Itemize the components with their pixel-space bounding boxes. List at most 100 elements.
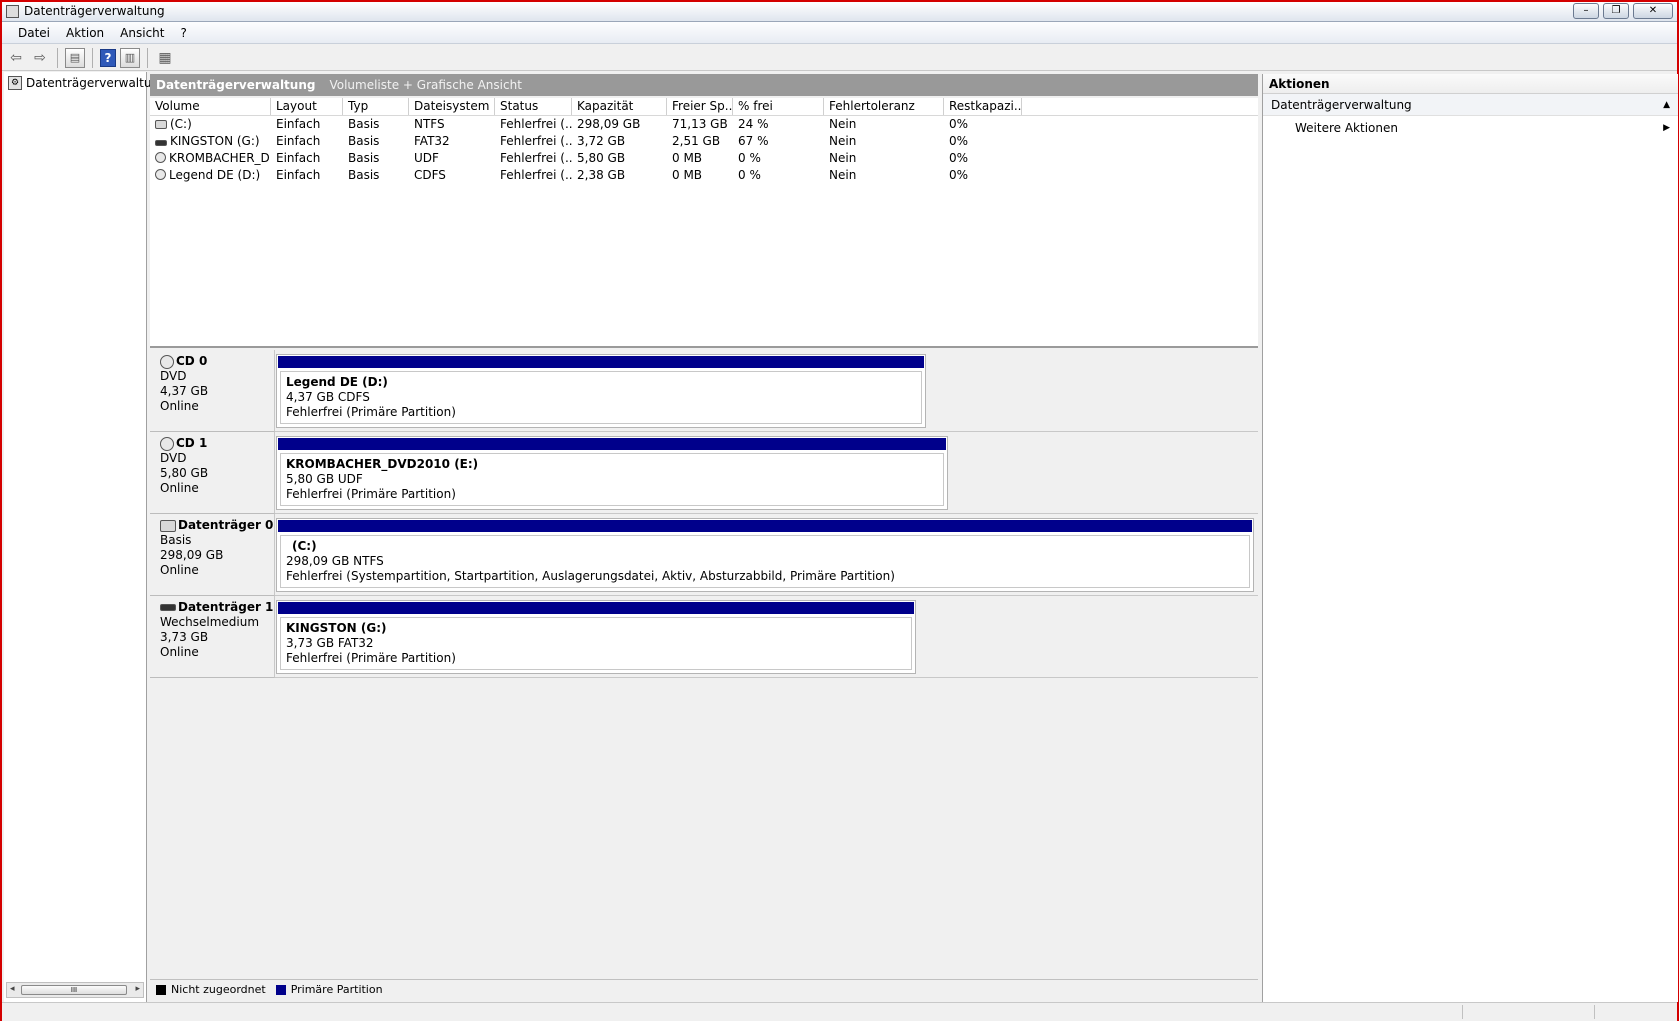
cell-dateisystem: FAT32: [414, 134, 450, 148]
minimize-button[interactable]: –: [1573, 3, 1599, 19]
menu-aktion[interactable]: Aktion: [58, 26, 112, 40]
menu-datei[interactable]: Datei: [10, 26, 58, 40]
status-segment: [1462, 1005, 1463, 1019]
collapse-arrow-icon[interactable]: ▲: [1663, 94, 1670, 116]
column-header-prozent-frei[interactable]: % frei: [733, 98, 824, 115]
cell-dateisystem: NTFS: [414, 117, 445, 131]
cell-restkapazitaet: 0%: [949, 134, 969, 148]
legend-label: Primäre Partition: [290, 983, 383, 996]
column-header-status[interactable]: Status: [495, 98, 572, 115]
actions-section-datentraegerverwaltung[interactable]: Datenträgerverwaltung ▲: [1263, 94, 1678, 116]
usb-drive-icon: [155, 140, 167, 146]
primary-partition-bar: [278, 356, 924, 368]
status-segment: [1594, 1005, 1595, 1019]
cell-fehlertoleranz: Nein: [829, 134, 857, 148]
scroll-left-arrow-icon[interactable]: ◂: [10, 984, 15, 994]
disk-size: 4,37 GB: [160, 384, 209, 398]
console-tree: ⚙ Datenträgerverwaltung ◂ III ▸: [4, 72, 167, 1002]
column-header-volume[interactable]: Volume: [150, 98, 271, 115]
partition-c[interactable]: (C:) 298,09 GB NTFS Fehlerfrei (Systempa…: [276, 518, 1254, 592]
scroll-right-arrow-icon[interactable]: ▸: [135, 984, 140, 994]
table-row[interactable]: KINGSTON (G:) Einfach Basis FAT32 Fehler…: [150, 133, 1258, 150]
cell-freier-speicher: 71,13 GB: [672, 117, 728, 131]
cell-fehlertoleranz: Nein: [829, 168, 857, 182]
disk-label[interactable]: Datenträger 0 Basis 298,09 GB Online: [150, 514, 275, 596]
volume-name: KROMBACHER_D...: [169, 151, 271, 165]
partition-status: Fehlerfrei (Primäre Partition): [286, 487, 456, 501]
disk-management-icon: [6, 5, 19, 18]
partition-legend-de[interactable]: Legend DE (D:) 4,37 GB CDFS Fehlerfrei (…: [276, 354, 926, 428]
cd-drive-icon: [160, 354, 174, 369]
disk-label[interactable]: CD 1 DVD 5,80 GB Online: [150, 432, 275, 514]
cell-status: Fehlerfrei (...: [500, 168, 572, 182]
partition-info: 4,37 GB CDFS: [286, 390, 370, 404]
column-header-dateisystem[interactable]: Dateisystem: [409, 98, 495, 115]
cell-typ: Basis: [348, 151, 380, 165]
primary-partition-bar: [278, 438, 946, 450]
cell-prozent-frei: 24 %: [738, 117, 769, 131]
disk-row-datentraeger-1: Datenträger 1 Wechselmedium 3,73 GB Onli…: [150, 596, 1258, 678]
window-controls: – ❐ ✕: [1573, 3, 1673, 19]
legend-swatch-black: [156, 984, 166, 995]
close-button[interactable]: ✕: [1633, 3, 1673, 19]
table-row[interactable]: KROMBACHER_D... Einfach Basis UDF Fehler…: [150, 150, 1258, 167]
toolbar-separator: [147, 47, 148, 68]
forward-arrow-icon[interactable]: ⇨: [30, 48, 50, 68]
scrollbar-thumb[interactable]: III: [21, 985, 127, 995]
partition-kingston[interactable]: KINGSTON (G:) 3,73 GB FAT32 Fehlerfrei (…: [276, 600, 916, 674]
actions-title: Aktionen: [1263, 74, 1678, 94]
cell-dateisystem: CDFS: [414, 168, 446, 182]
properties-icon[interactable]: ▦: [155, 48, 175, 68]
disk-size: 5,80 GB: [160, 466, 209, 480]
column-header-fehlertoleranz[interactable]: Fehlertoleranz: [824, 98, 944, 115]
volume-name: Legend DE (D:): [169, 168, 261, 182]
partition-info: 298,09 GB NTFS: [286, 554, 384, 568]
disk-row-cd0: CD 0 DVD 4,37 GB Online Legend DE (D:) 4…: [150, 350, 1258, 432]
panel-header-subtitle: Volumeliste + Grafische Ansicht: [329, 78, 522, 92]
tree-item-datentraegerverwaltung[interactable]: ⚙ Datenträgerverwaltung: [8, 76, 167, 90]
console-tree-toggle-icon[interactable]: ▤: [65, 47, 85, 68]
cell-kapazitaet: 5,80 GB: [577, 151, 626, 165]
app-window: Datenträgerverwaltung – ❐ ✕ Datei Aktion…: [0, 0, 1679, 1021]
partition-status: Fehlerfrei (Systempartition, Startpartit…: [286, 569, 895, 583]
back-arrow-icon[interactable]: ⇦: [6, 48, 26, 68]
cell-prozent-frei: 0 %: [738, 151, 761, 165]
column-header-kapazitaet[interactable]: Kapazität: [572, 98, 667, 115]
toolbar-separator: [92, 47, 93, 68]
volume-list: Volume Layout Typ Dateisystem Status Kap…: [150, 98, 1258, 348]
cell-prozent-frei: 67 %: [738, 134, 769, 148]
action-weitere-aktionen[interactable]: Weitere Aktionen ▶: [1263, 116, 1678, 140]
tree-horizontal-scrollbar[interactable]: ◂ III ▸: [6, 982, 144, 998]
disk-label[interactable]: CD 0 DVD 4,37 GB Online: [150, 350, 275, 432]
cell-freier-speicher: 0 MB: [672, 151, 703, 165]
cell-status: Fehlerfrei (...: [500, 117, 572, 131]
cell-status: Fehlerfrei (...: [500, 134, 572, 148]
volume-name: KINGSTON (G:): [170, 134, 260, 148]
cell-restkapazitaet: 0%: [949, 151, 969, 165]
disk-state: Online: [160, 481, 199, 495]
partition-krombacher[interactable]: KROMBACHER_DVD2010 (E:) 5,80 GB UDF Fehl…: [276, 436, 948, 510]
table-row[interactable]: Legend DE (D:) Einfach Basis CDFS Fehler…: [150, 167, 1258, 184]
column-header-freier-speicher[interactable]: Freier Sp...: [667, 98, 733, 115]
menu-help[interactable]: ?: [172, 26, 194, 40]
column-header-typ[interactable]: Typ: [343, 98, 409, 115]
column-header-layout[interactable]: Layout: [271, 98, 343, 115]
cell-kapazitaet: 298,09 GB: [577, 117, 641, 131]
action-label: Weitere Aktionen: [1295, 121, 1398, 135]
column-header-restkapazitaet[interactable]: Restkapazi...: [944, 98, 1022, 115]
menu-ansicht[interactable]: Ansicht: [112, 26, 172, 40]
legend: Nicht zugeordnet Primäre Partition: [150, 979, 1258, 999]
partition-info: 3,73 GB FAT32: [286, 636, 374, 650]
menu-bar: Datei Aktion Ansicht ?: [2, 22, 1677, 44]
partition-details: Legend DE (D:) 4,37 GB CDFS Fehlerfrei (…: [280, 371, 922, 424]
help-icon[interactable]: ?: [100, 48, 116, 67]
cell-freier-speicher: 0 MB: [672, 168, 703, 182]
disk-label[interactable]: Datenträger 1 Wechselmedium 3,73 GB Onli…: [150, 596, 275, 678]
restore-button[interactable]: ❐: [1603, 3, 1629, 19]
hard-disk-icon: [160, 519, 176, 532]
partition-details: KROMBACHER_DVD2010 (E:) 5,80 GB UDF Fehl…: [280, 453, 944, 506]
title-bar[interactable]: Datenträgerverwaltung – ❐ ✕: [2, 2, 1677, 22]
graphical-view: CD 0 DVD 4,37 GB Online Legend DE (D:) 4…: [150, 350, 1258, 1021]
action-pane-toggle-icon[interactable]: ▥: [120, 47, 140, 68]
table-row[interactable]: (C:) Einfach Basis NTFS Fehlerfrei (... …: [150, 116, 1258, 133]
